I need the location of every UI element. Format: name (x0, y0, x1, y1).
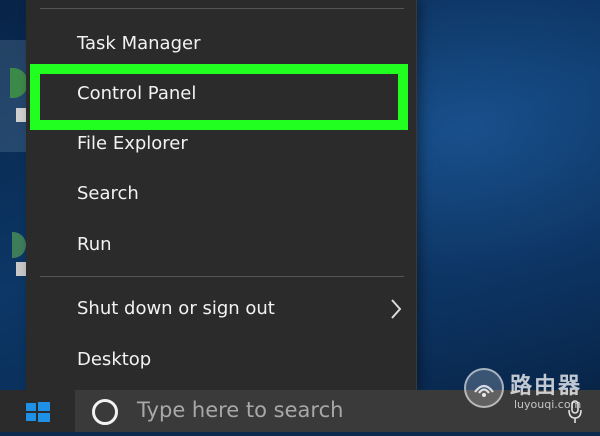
menu-item-shut-down-or-sign-out[interactable]: Shut down or sign out (26, 287, 416, 331)
chevron-right-icon (391, 299, 402, 319)
menu-separator (40, 276, 404, 277)
menu-item-label: Desktop (77, 349, 152, 370)
watermark: 路由器 luyouqi.com (458, 360, 600, 420)
menu-item-label: Control Panel (77, 83, 197, 104)
router-logo-icon (464, 368, 504, 408)
menu-item-label: Shut down or sign out (77, 298, 275, 319)
menu-item-label: Run (77, 234, 112, 255)
menu-item-label: Task Manager (77, 33, 201, 54)
windows-logo-icon (26, 402, 50, 422)
menu-item-file-explorer[interactable]: File Explorer (26, 122, 416, 166)
desktop-shortcut-badge (16, 108, 26, 122)
menu-item-control-panel[interactable]: Control Panel (26, 72, 416, 116)
menu-separator (40, 8, 404, 9)
menu-item-task-manager[interactable]: Task Manager (26, 22, 416, 66)
menu-item-desktop[interactable]: Desktop (26, 338, 416, 382)
menu-item-label: File Explorer (77, 133, 188, 154)
menu-item-label: Search (77, 183, 139, 204)
watermark-url: luyouqi.com (514, 398, 582, 411)
cortana-icon[interactable] (92, 399, 118, 425)
start-button[interactable] (0, 390, 75, 432)
menu-item-run[interactable]: Run (26, 223, 416, 267)
power-user-menu: Task Manager Control Panel File Explorer… (26, 0, 417, 390)
desktop-shortcut-badge (16, 262, 26, 276)
menu-item-search[interactable]: Search (26, 172, 416, 216)
search-placeholder: Type here to search (137, 398, 344, 422)
watermark-name: 路由器 (510, 374, 583, 399)
